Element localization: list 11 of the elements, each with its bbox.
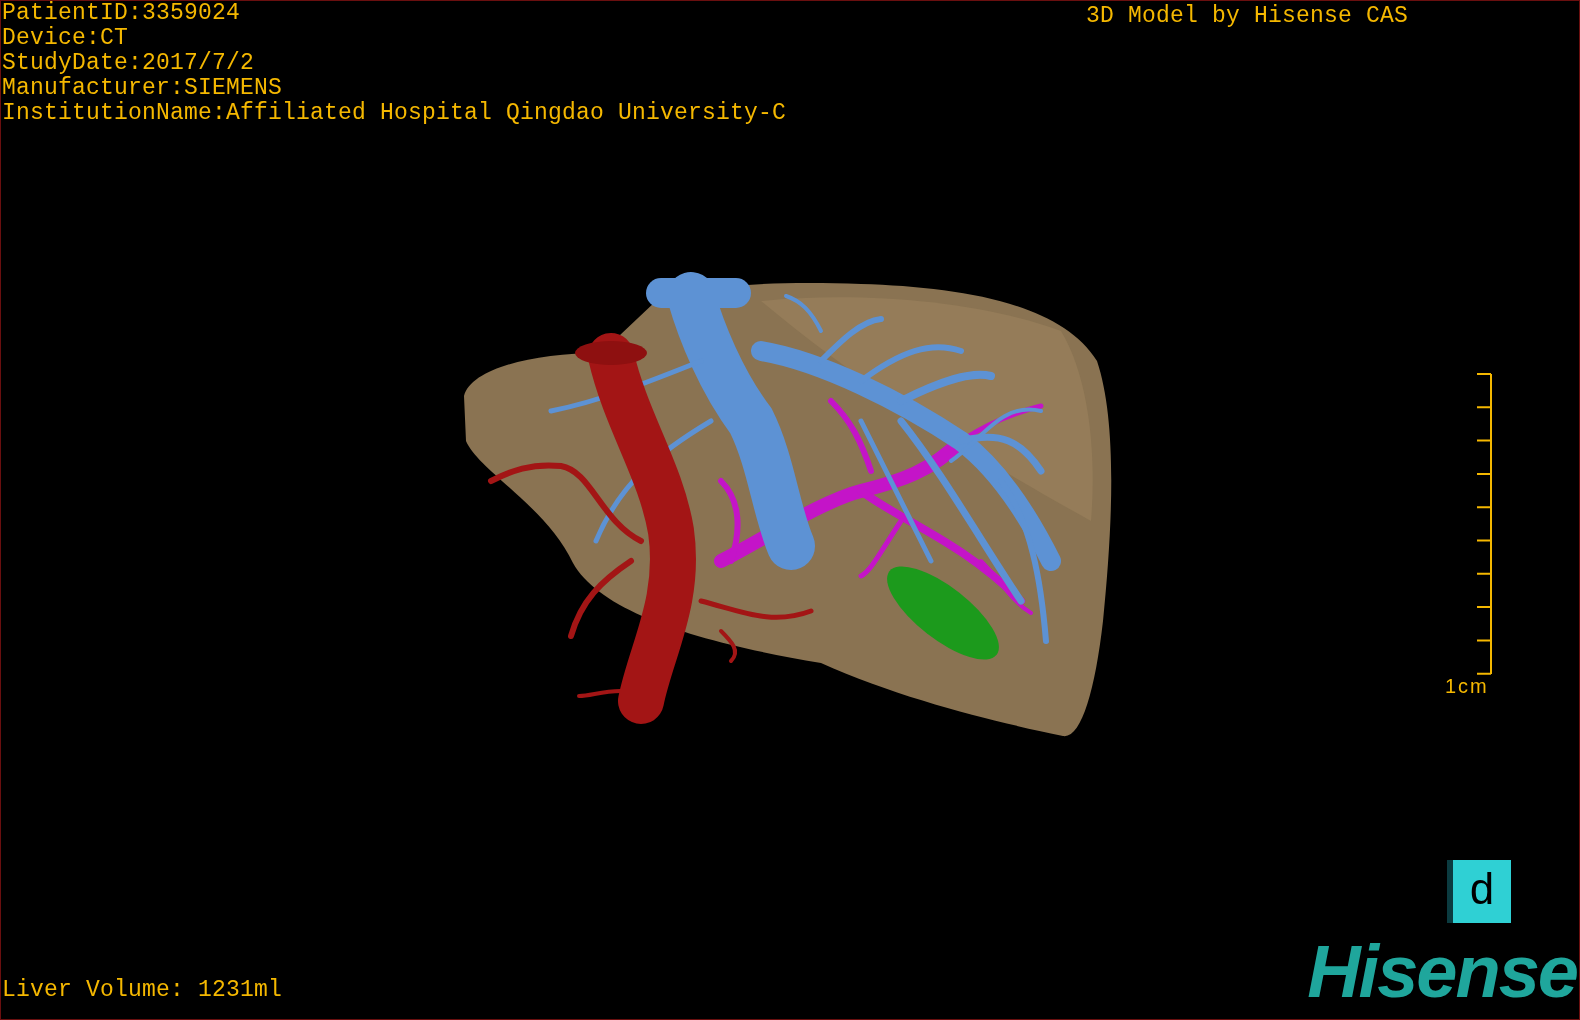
brand-logo: Hisense (1307, 935, 1577, 1009)
liver-volume: Liver Volume: 1231ml (2, 978, 283, 1003)
patient-info-line: StudyDate:2017/7/2 (2, 51, 256, 76)
view-button[interactable]: d (1447, 860, 1511, 923)
model-caption: 3D Model by Hisense CAS (1086, 4, 1409, 29)
scale-label: 1cm (1445, 675, 1489, 697)
patient-info-line: PatientID:3359024 (2, 1, 242, 26)
patient-info-line: Device:CT (2, 26, 130, 51)
patient-info-line: Manufacturer:SIEMENS (2, 76, 284, 101)
patient-info-line: InstitutionName:Affiliated Hospital Qingdao University-C (2, 101, 787, 126)
scale-bar-icon (1474, 373, 1493, 675)
